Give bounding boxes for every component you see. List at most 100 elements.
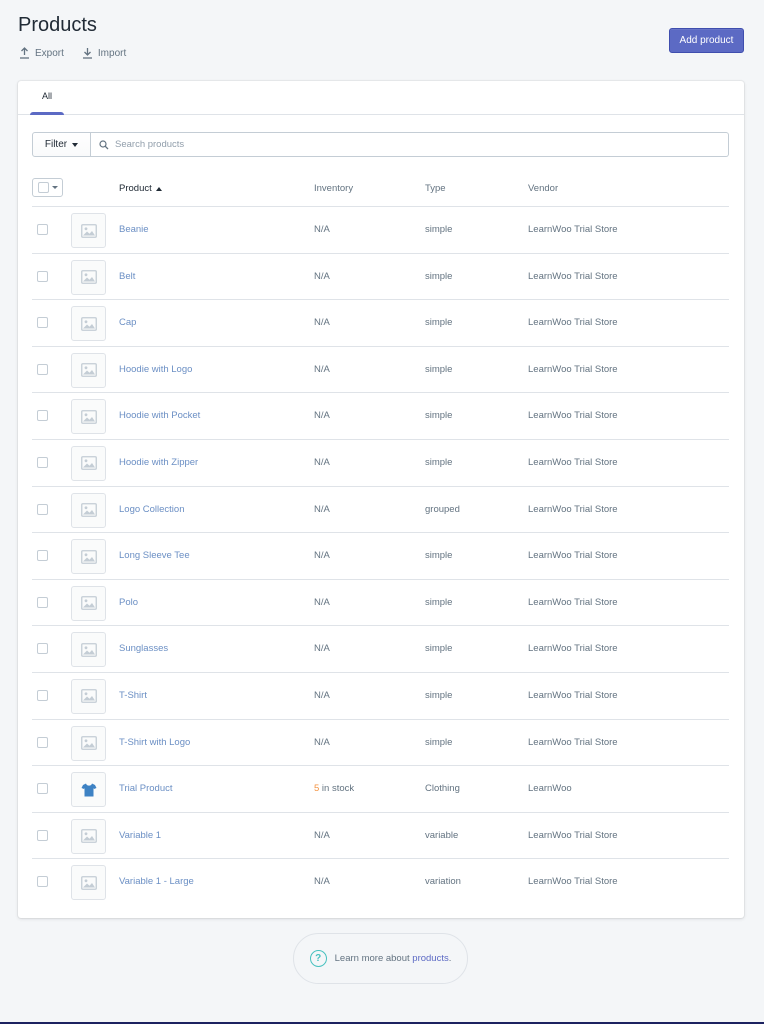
row-checkbox[interactable] <box>37 503 48 515</box>
product-thumbnail[interactable] <box>71 445 106 481</box>
image-placeholder-icon <box>80 549 97 564</box>
type-cell: simple <box>425 456 453 468</box>
export-icon <box>20 47 29 59</box>
row-checkbox[interactable] <box>37 783 48 795</box>
product-name-link[interactable]: Logo Collection <box>119 504 185 515</box>
inventory-cell: N/A <box>314 270 330 282</box>
table-row: Trial Product 5 in stock Clothing LearnWoo <box>32 766 729 813</box>
inventory-cell: N/A <box>314 596 330 608</box>
product-name-link[interactable]: Hoodie with Pocket <box>119 410 200 421</box>
type-cell: grouped <box>425 503 460 515</box>
inventory-cell: N/A <box>314 224 330 235</box>
row-checkbox[interactable] <box>37 643 48 655</box>
vendor-cell: LearnWoo Trial Store <box>528 596 618 608</box>
product-name-link[interactable]: Hoodie with Zipper <box>119 457 198 468</box>
select-all-checkbox[interactable] <box>37 182 49 193</box>
filter-button[interactable]: Filter <box>32 132 91 157</box>
product-name-link[interactable]: Beanie <box>119 224 149 235</box>
row-checkbox[interactable] <box>37 829 48 841</box>
vendor-cell: LearnWoo Trial Store <box>528 829 618 841</box>
table-row: Logo Collection N/A grouped LearnWoo Trial … <box>32 487 729 534</box>
import-button[interactable]: Import <box>82 47 126 59</box>
type-cell: simple <box>425 736 453 748</box>
inventory-cell: N/A <box>314 689 330 701</box>
table-row: Polo N/A simple LearnWoo Trial Store <box>32 580 729 627</box>
product-name-link[interactable]: Cap <box>119 317 136 328</box>
row-checkbox[interactable] <box>37 410 48 422</box>
vendor-cell: LearnWoo Trial Store <box>528 876 618 888</box>
row-checkbox[interactable] <box>37 456 48 468</box>
product-name-link[interactable]: Hoodie with Logo <box>119 364 192 375</box>
product-name-link[interactable]: T-Shirt <box>119 690 147 701</box>
product-thumbnail[interactable] <box>71 772 106 808</box>
tab-all[interactable]: All <box>30 81 64 115</box>
product-name-link[interactable]: Variable 1 <box>119 830 161 841</box>
product-name-link[interactable]: Long Sleeve Tee <box>119 550 190 561</box>
product-thumbnail[interactable] <box>71 399 106 435</box>
row-checkbox[interactable] <box>37 224 48 235</box>
product-thumbnail[interactable] <box>71 306 106 342</box>
image-placeholder-icon <box>80 363 97 378</box>
row-checkbox[interactable] <box>37 550 48 562</box>
column-header-product-label: Product <box>119 183 152 194</box>
image-placeholder-icon <box>80 596 97 611</box>
column-header-product[interactable]: Product <box>119 183 162 194</box>
product-thumbnail[interactable] <box>71 632 106 668</box>
inventory-cell: N/A <box>314 829 330 841</box>
bulk-select-button[interactable] <box>32 178 63 197</box>
row-checkbox[interactable] <box>37 596 48 608</box>
image-placeholder-icon <box>80 503 97 517</box>
product-name-link[interactable]: Polo <box>119 597 138 608</box>
product-thumbnail[interactable] <box>71 213 106 248</box>
inventory-cell: N/A <box>314 410 330 422</box>
product-thumbnail[interactable] <box>71 259 106 295</box>
product-name-link[interactable]: Variable 1 - Large <box>119 876 194 887</box>
image-placeholder-icon <box>80 409 97 424</box>
products-help-link[interactable]: products <box>412 953 448 964</box>
inventory-suffix: in stock <box>319 783 355 795</box>
table-row: T-Shirt N/A simple LearnWoo Trial Store <box>32 673 729 720</box>
row-checkbox[interactable] <box>37 317 48 329</box>
import-icon <box>82 48 92 59</box>
product-thumbnail[interactable] <box>71 678 106 714</box>
image-placeholder-icon <box>80 689 97 704</box>
row-checkbox[interactable] <box>37 363 48 375</box>
footer-help-text: Learn more about products. <box>335 953 452 964</box>
vendor-cell: LearnWoo Trial Store <box>528 363 618 375</box>
table-row: Sunglasses N/A simple LearnWoo Trial Store <box>32 626 729 673</box>
search-input[interactable] <box>115 139 728 150</box>
type-cell: simple <box>425 596 453 608</box>
product-thumbnail[interactable] <box>71 352 106 388</box>
image-placeholder-icon <box>80 829 97 844</box>
table-row: Variable 1 N/A variable LearnWoo Trial Stor… <box>32 813 729 860</box>
vendor-cell: LearnWoo Trial Store <box>528 410 618 422</box>
type-cell: variation <box>425 876 461 888</box>
table-body: Beanie N/A simple LearnWoo Trial Store Belt N… <box>32 207 729 906</box>
product-thumbnail[interactable] <box>71 585 106 621</box>
product-thumbnail[interactable] <box>71 818 106 854</box>
vendor-cell: LearnWoo Trial Store <box>528 550 618 562</box>
image-placeholder-icon <box>80 456 97 471</box>
row-checkbox[interactable] <box>37 736 48 748</box>
table-row: Belt N/A simple LearnWoo Trial Store <box>32 254 729 301</box>
inventory-cell: N/A <box>314 317 330 329</box>
add-product-button[interactable]: Add product <box>669 28 744 53</box>
row-checkbox[interactable] <box>37 270 48 282</box>
product-name-link[interactable]: Trial Product <box>119 783 173 794</box>
filter-bar: Filter <box>32 132 729 157</box>
export-button[interactable]: Export <box>19 47 64 59</box>
row-checkbox[interactable] <box>37 876 48 888</box>
product-name-link[interactable]: T-Shirt with Logo <box>119 737 190 748</box>
product-name-link[interactable]: Belt <box>119 271 135 282</box>
row-checkbox[interactable] <box>37 689 48 701</box>
product-name-link[interactable]: Sunglasses <box>119 643 168 654</box>
product-thumbnail[interactable] <box>71 865 106 901</box>
help-circle-icon: ? <box>309 950 327 967</box>
product-thumbnail[interactable] <box>71 539 106 575</box>
inventory-cell: N/A <box>314 503 330 515</box>
type-cell: simple <box>425 224 453 235</box>
inventory-cell: N/A <box>314 876 330 888</box>
product-thumbnail[interactable] <box>71 492 106 528</box>
vendor-cell: LearnWoo Trial Store <box>528 736 618 748</box>
product-thumbnail[interactable] <box>71 725 106 761</box>
